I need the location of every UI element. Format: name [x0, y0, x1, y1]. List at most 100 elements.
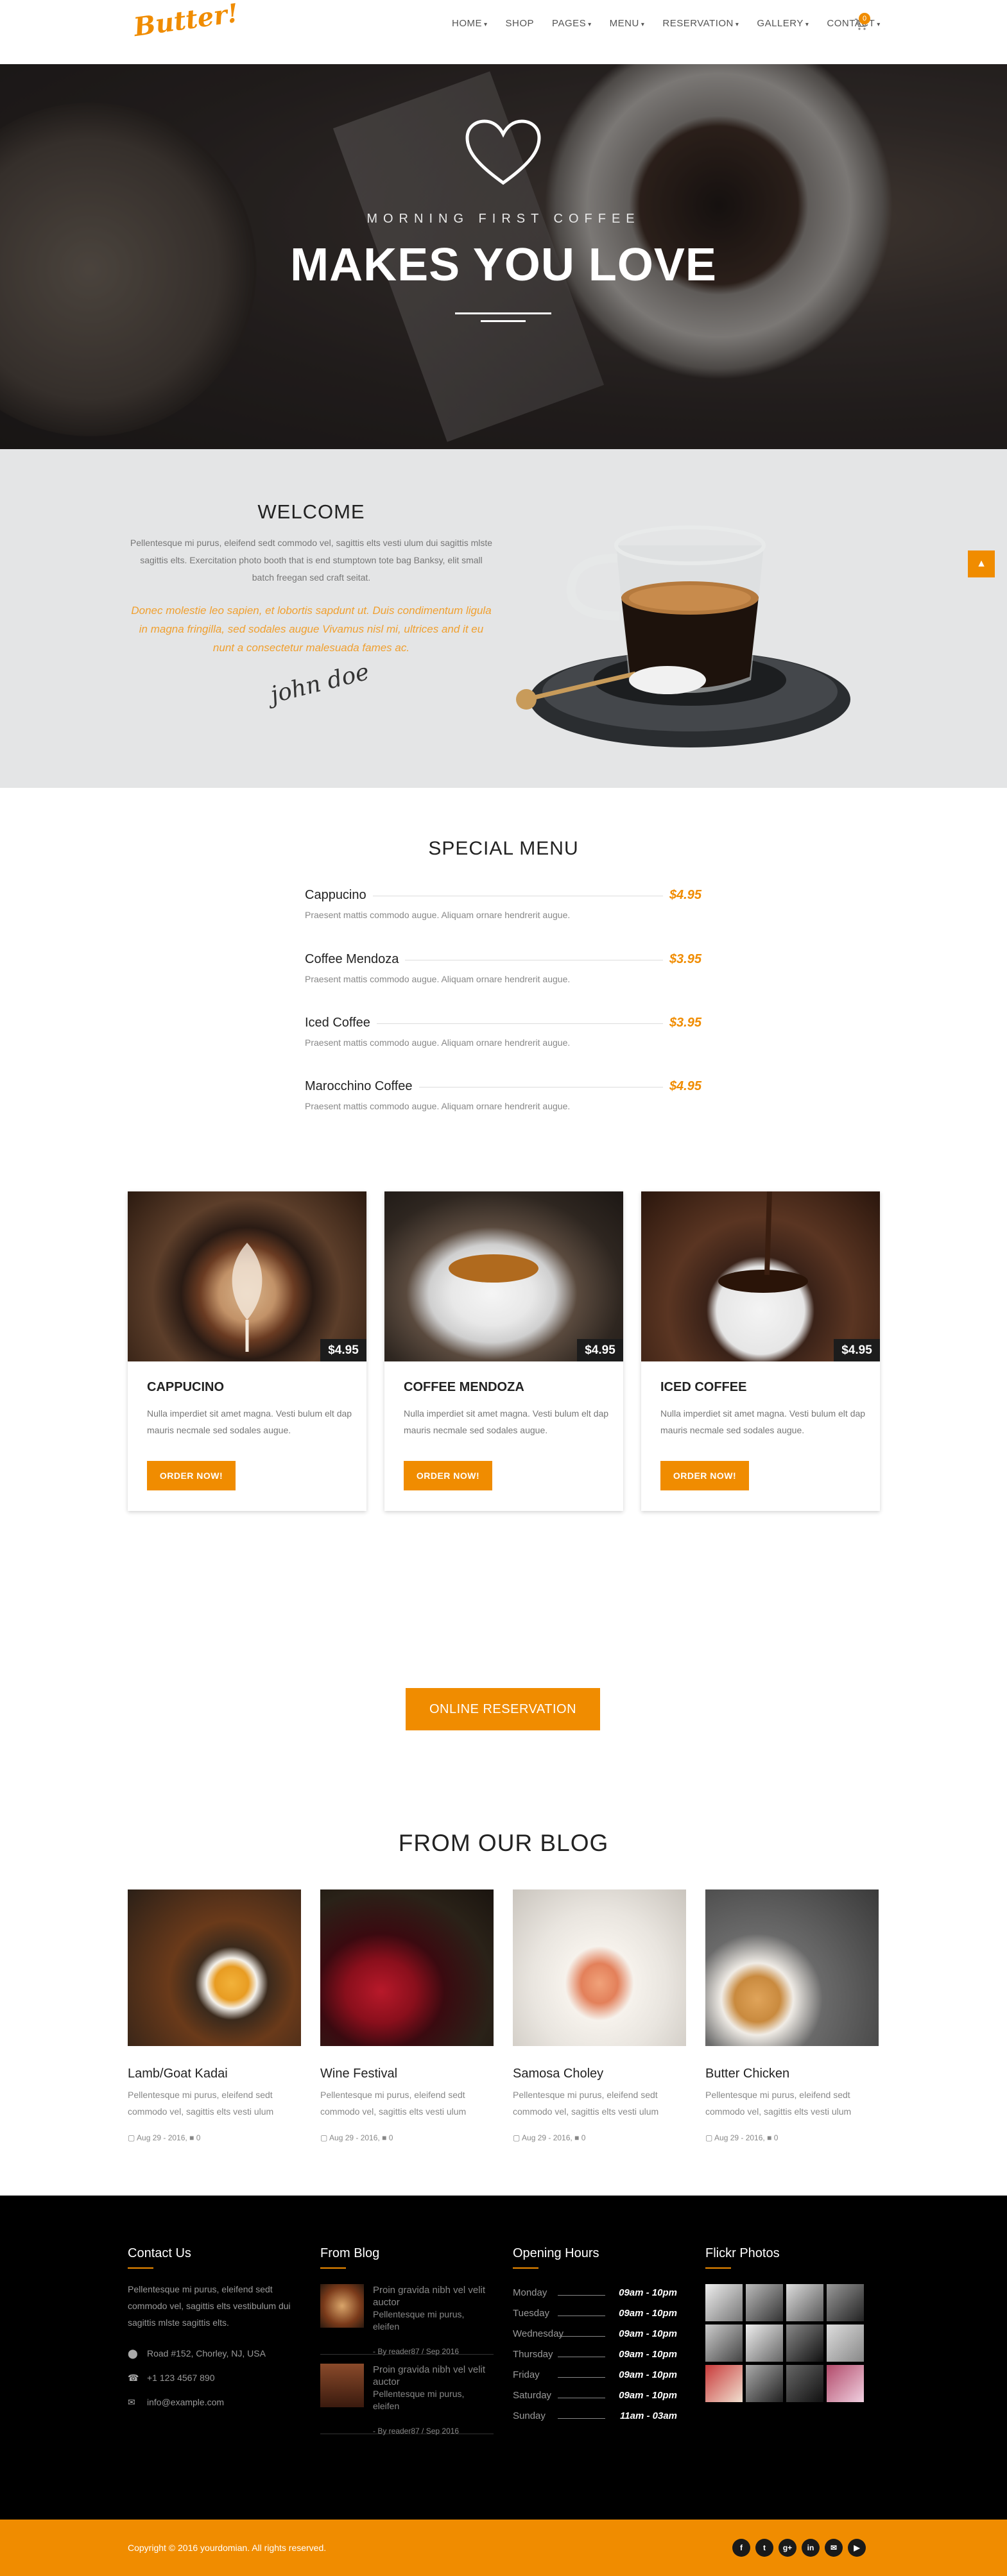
nav-label: HOME: [452, 18, 482, 29]
flickr-photo[interactable]: [746, 2365, 783, 2402]
flickr-photo[interactable]: [705, 2324, 743, 2362]
online-reservation-button[interactable]: ONLINE RESERVATION: [406, 1688, 600, 1730]
blog-post-meta: ▢ Aug 29 - 2016, ■ 0: [320, 2133, 393, 2142]
facebook-icon[interactable]: f: [732, 2539, 750, 2557]
menu-item-name: Coffee Mendoza: [305, 952, 406, 967]
wine-festival-image[interactable]: [320, 1889, 494, 2046]
linkedin-icon[interactable]: in: [802, 2539, 820, 2557]
hours-time: 09am - 10pm: [619, 2369, 677, 2380]
menu-item-price: $4.95: [662, 1079, 701, 1094]
hours-row: Saturday 09am - 10pm: [513, 2390, 677, 2407]
product-card: $4.95 COFFEE MENDOZA Nulla imperdiet sit…: [384, 1191, 623, 1511]
flickr-photo[interactable]: [827, 2284, 864, 2321]
flickr-photo[interactable]: [746, 2324, 783, 2362]
flickr-photo[interactable]: [786, 2324, 823, 2362]
flickr-photo[interactable]: [827, 2365, 864, 2402]
hours-row: Friday 09am - 10pm: [513, 2369, 677, 2386]
menu-item-name: Cappucino: [305, 888, 373, 903]
email-icon[interactable]: ✉: [825, 2539, 843, 2557]
nav-item-pages[interactable]: PAGES ▾: [543, 18, 601, 29]
nav-item-home[interactable]: HOME ▾: [443, 18, 497, 29]
menu-item-name: Marocchino Coffee: [305, 1079, 419, 1094]
hours-time: 09am - 10pm: [619, 2308, 677, 2319]
flickr-photo[interactable]: [786, 2365, 823, 2402]
post-comments: 0: [773, 2133, 779, 2142]
footer-blog-thumb[interactable]: [320, 2284, 364, 2328]
blog-post-meta: ▢ Aug 29 - 2016, ■ 0: [128, 2133, 200, 2142]
coffee-cup-image: [516, 525, 850, 747]
blog-post: Wine Festival Pellentesque mi purus, ele…: [320, 1889, 494, 2159]
email-text[interactable]: info@example.com: [147, 2397, 224, 2407]
footer-hours-title: Opening Hours: [513, 2246, 599, 2260]
chevron-down-icon: ▾: [735, 21, 739, 28]
footer-blog-post-meta: - By reader87 / Sep 2016: [373, 2347, 460, 2356]
blog-post-title[interactable]: Wine Festival: [320, 2067, 397, 2081]
footer-blog-post-desc: Pellentesque mi purus, eleifen: [373, 2309, 465, 2332]
post-date: Aug 29 - 2016,: [137, 2133, 187, 2142]
hours-day: Thursday: [513, 2349, 553, 2360]
product-desc: Nulla imperdiet sit amet magna. Vesti bu…: [147, 1408, 352, 1435]
footer-phone: ☎ +1 123 4567 890: [128, 2373, 215, 2384]
youtube-icon[interactable]: ▶: [848, 2539, 866, 2557]
map-marker-icon: ⬤: [128, 2348, 138, 2358]
blog-post-title[interactable]: Samosa Choley: [513, 2067, 603, 2081]
flickr-photo[interactable]: [705, 2365, 743, 2402]
calendar-icon: ▢: [705, 2133, 715, 2142]
hours-row: Wednesday 09am - 10pm: [513, 2328, 677, 2345]
flickr-photo[interactable]: [786, 2284, 823, 2321]
menu-item-name: Iced Coffee: [305, 1016, 377, 1030]
footer-blog-post-title[interactable]: Proin gravida nibh vel velit auctor: [373, 2284, 488, 2308]
flickr-photo[interactable]: [746, 2284, 783, 2321]
post-date: Aug 29 - 2016,: [714, 2133, 765, 2142]
hours-divider: [558, 2377, 605, 2378]
footer-blog-post: Proin gravida nibh vel velit auctor Pell…: [320, 2284, 494, 2356]
nav-item-shop[interactable]: SHOP: [497, 18, 544, 29]
phone-icon: ☎: [128, 2373, 139, 2383]
butter-chicken-image[interactable]: [705, 1889, 879, 2046]
samosa-choley-image[interactable]: [513, 1889, 686, 2046]
footer-email[interactable]: ✉ info@example.com: [128, 2397, 224, 2408]
product-title: CAPPUCINO: [147, 1380, 225, 1394]
product-price: $4.95: [834, 1339, 880, 1361]
nav-label: GALLERY: [757, 18, 804, 29]
copyright-text: Copyright © 2016 yourdomian. All rights …: [128, 2543, 327, 2553]
nav-item-menu[interactable]: MENU ▾: [601, 18, 654, 29]
product-card: $4.95 ICED COFFEE Nulla imperdiet sit am…: [641, 1191, 880, 1511]
heart-icon: [465, 119, 541, 185]
product-desc: Nulla imperdiet sit amet magna. Vesti bu…: [404, 1408, 609, 1435]
order-now-button[interactable]: ORDER NOW!: [660, 1461, 749, 1490]
order-now-button[interactable]: ORDER NOW!: [404, 1461, 492, 1490]
footer-blog-post-title[interactable]: Proin gravida nibh vel velit auctor: [373, 2364, 488, 2388]
site-logo[interactable]: Butter!: [132, 0, 241, 42]
product-title: ICED COFFEE: [660, 1380, 747, 1394]
title-underline: [320, 2267, 346, 2269]
bottom-bar: Copyright © 2016 yourdomian. All rights …: [0, 2520, 1007, 2576]
site-header: Butter! HOME ▾ SHOP PAGES ▾ MENU ▾ RESERVAT…: [0, 0, 1007, 64]
hours-row: Monday 09am - 10pm: [513, 2287, 677, 2304]
hours-time: 09am - 10pm: [619, 2328, 677, 2339]
footer-blog-thumb[interactable]: [320, 2364, 364, 2407]
chevron-down-icon: ▾: [641, 21, 645, 28]
special-menu-title: SPECIAL MENU: [428, 838, 579, 859]
nav-item-reservation[interactable]: RESERVATION ▾: [653, 18, 748, 29]
flickr-photo[interactable]: [705, 2284, 743, 2321]
post-comments: 0: [581, 2133, 586, 2142]
lamb-kadai-image[interactable]: [128, 1889, 301, 2046]
comment-icon: ■: [382, 2133, 389, 2142]
blog-post-title[interactable]: Lamb/Goat Kadai: [128, 2067, 228, 2081]
menu-item-desc: Praesent mattis commodo augue. Aliquam o…: [305, 1101, 571, 1111]
chevron-down-icon: ▾: [805, 21, 809, 28]
order-now-button[interactable]: ORDER NOW!: [147, 1461, 236, 1490]
blog-post-title[interactable]: Butter Chicken: [705, 2067, 789, 2081]
twitter-icon[interactable]: t: [755, 2539, 773, 2557]
post-comments: 0: [388, 2133, 393, 2142]
nav-item-gallery[interactable]: GALLERY ▾: [748, 18, 818, 29]
google-plus-icon[interactable]: g+: [779, 2539, 796, 2557]
chevron-down-icon: ▾: [484, 21, 488, 28]
scroll-to-top-button[interactable]: ▲: [968, 550, 995, 577]
menu-item-desc: Praesent mattis commodo augue. Aliquam o…: [305, 974, 571, 984]
blog-post-meta: ▢ Aug 29 - 2016, ■ 0: [513, 2133, 585, 2142]
menu-row: Cappucino $4.95 Praesent mattis commodo …: [305, 888, 701, 926]
flickr-photo[interactable]: [827, 2324, 864, 2362]
footer-blog-title: From Blog: [320, 2246, 380, 2260]
